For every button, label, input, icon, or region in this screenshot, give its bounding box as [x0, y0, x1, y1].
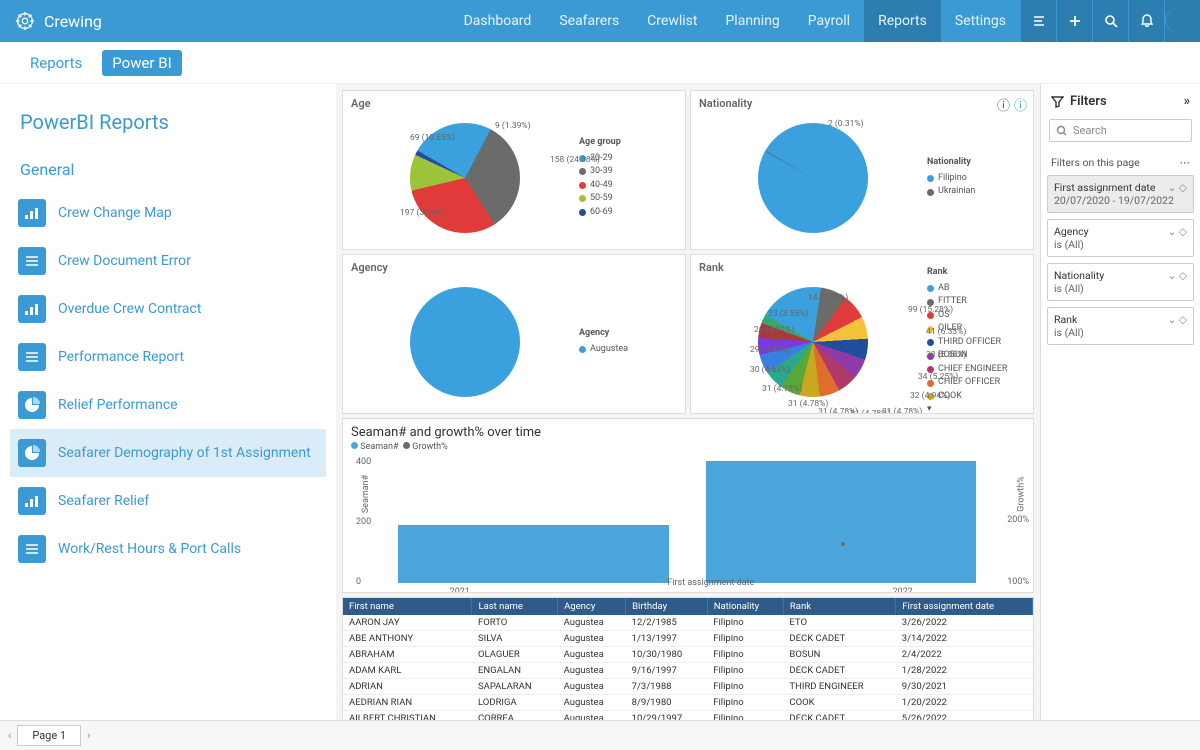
search-icon: [1056, 125, 1067, 136]
sidebar-item-crew-document-error[interactable]: Crew Document Error: [10, 237, 326, 285]
info-icon[interactable]: ⓘ: [1014, 95, 1027, 114]
nav-planning[interactable]: Planning: [711, 0, 793, 42]
top-icon-bar: [1020, 0, 1200, 42]
app-name: Crewing: [44, 12, 102, 31]
bell-icon[interactable]: [1128, 0, 1164, 42]
breadcrumb-bar: Reports Power BI: [0, 42, 1200, 84]
search-icon[interactable]: [1092, 0, 1128, 42]
filter-first-assignment-date[interactable]: First assignment date⌄ ◇20/07/2020 - 19/…: [1047, 175, 1194, 213]
filter-icon: [1051, 95, 1064, 108]
filter-section-label: Filters on this page: [1051, 156, 1140, 169]
chart-growth[interactable]: Seaman# and growth% over time Seaman# Gr…: [342, 418, 1034, 593]
filter-search[interactable]: Search: [1049, 119, 1192, 142]
crumb-power-bi[interactable]: Power BI: [102, 50, 181, 76]
filter-search-placeholder: Search: [1073, 124, 1107, 137]
sidebar: PowerBI Reports General Crew Change MapC…: [0, 84, 336, 750]
nav-seafarers[interactable]: Seafarers: [545, 0, 633, 42]
app-logo: Crewing: [0, 10, 116, 32]
list-icon: [18, 535, 46, 563]
plus-icon[interactable]: [1056, 0, 1092, 42]
chart-age[interactable]: Age158 (24.38%)215 (33.18%)197 (30.4%)69…: [342, 90, 686, 250]
nav-reports[interactable]: Reports: [864, 0, 941, 42]
nav-dashboard[interactable]: Dashboard: [450, 0, 546, 42]
sidebar-item-performance-report[interactable]: Performance Report: [10, 333, 326, 381]
filters-title: Filters: [1070, 94, 1107, 109]
sidebar-item-crew-change-map[interactable]: Crew Change Map: [10, 189, 326, 237]
more-icon[interactable]: ⋯: [1180, 156, 1191, 169]
sidebar-section: General: [10, 152, 326, 189]
table-row[interactable]: AARON JAYFORTOAugustea12/2/1985FilipinoE…: [343, 615, 1033, 631]
filter-rank[interactable]: Rank⌄ ◇is (All): [1047, 307, 1194, 345]
table-row[interactable]: ABRAHAMOLAGUERAugustea10/30/1980Filipino…: [343, 647, 1033, 663]
pie-icon: [18, 391, 46, 419]
avatar[interactable]: [1164, 0, 1200, 42]
nav-settings[interactable]: Settings: [941, 0, 1020, 42]
table-row[interactable]: ADAM KARLENGALANAugustea9/16/1997Filipin…: [343, 663, 1033, 679]
filter-agency[interactable]: Agency⌄ ◇is (All): [1047, 219, 1194, 257]
bars-icon: [18, 199, 46, 227]
collapse-icon[interactable]: »: [1184, 94, 1190, 109]
pie-icon: [18, 439, 46, 467]
top-nav: DashboardSeafarersCrewlistPlanningPayrol…: [450, 0, 1020, 42]
align-icon[interactable]: [1020, 0, 1056, 42]
table-row[interactable]: ABE ANTHONYSILVAAugustea1/13/1997Filipin…: [343, 631, 1033, 647]
top-bar: Crewing DashboardSeafarersCrewlistPlanni…: [0, 0, 1200, 42]
report-canvas: Age158 (24.38%)215 (33.18%)197 (30.4%)69…: [336, 84, 1040, 750]
table-row[interactable]: AEDRIAN RIANLODRIGAAugustea8/9/1980Filip…: [343, 695, 1033, 711]
filters-panel: Filters » Search Filters on this page ⋯ F…: [1040, 84, 1200, 750]
chart-nationality[interactable]: ⓘ ⓘNationality646 (99.69%)2 (0.31%)Natio…: [690, 90, 1034, 250]
sidebar-item-relief-performance[interactable]: Relief Performance: [10, 381, 326, 429]
list-icon: [18, 343, 46, 371]
bars-icon: [18, 487, 46, 515]
sidebar-item-work-rest-hours-port-calls[interactable]: Work/Rest Hours & Port Calls: [10, 525, 326, 573]
filter-nationality[interactable]: Nationality⌄ ◇is (All): [1047, 263, 1194, 301]
info-icon[interactable]: ⓘ: [997, 95, 1010, 114]
helm-icon: [14, 10, 36, 32]
chart-agency[interactable]: Agency648 (100%)AgencyAugustea: [342, 254, 686, 414]
crumb-reports[interactable]: Reports: [20, 50, 92, 76]
list-icon: [18, 247, 46, 275]
sidebar-item-overdue-crew-contract[interactable]: Overdue Crew Contract: [10, 285, 326, 333]
sidebar-title: PowerBI Reports: [10, 100, 326, 152]
table-row[interactable]: ADRIANSAPALARANAugustea7/3/1988FilipinoT…: [343, 679, 1033, 695]
sidebar-item-seafarer-relief[interactable]: Seafarer Relief: [10, 477, 326, 525]
pager: ‹ Page 1 ›: [336, 720, 1040, 750]
nav-payroll[interactable]: Payroll: [794, 0, 864, 42]
nav-crewlist[interactable]: Crewlist: [633, 0, 711, 42]
sidebar-item-seafarer-demography-of-1st-assignment[interactable]: Seafarer Demography of 1st Assignment: [10, 429, 326, 477]
chart-rank[interactable]: Rank99 (15.28%)41 (6.33%)38 (5.86%)34 (5…: [690, 254, 1034, 414]
bars-icon: [18, 295, 46, 323]
